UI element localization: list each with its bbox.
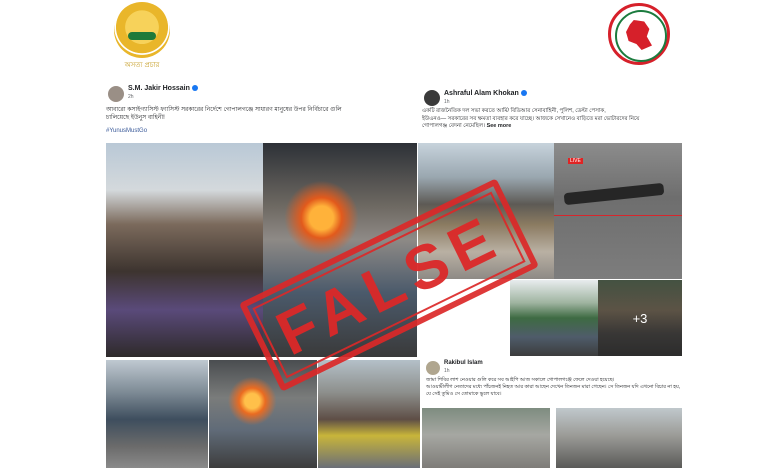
photo-injured-man-carried[interactable] — [106, 143, 263, 357]
post-author[interactable]: Ashraful Alam Khokan — [444, 90, 527, 97]
avatar[interactable] — [426, 361, 440, 375]
fact-check-logo: অসত্য প্রচার — [112, 2, 172, 69]
photo-crowd-more[interactable]: +3 — [598, 280, 682, 356]
fact-check-graphic: অসত্য প্রচার S.M. Jakir Hossain 2h আবারো… — [0, 0, 768, 469]
gold-emblem-icon — [114, 2, 170, 58]
post-text-line: আবারো কসাইগ্যাসিস্ট ফ্যাসিস্ট সরকারের নি… — [106, 107, 342, 113]
bangladesh-map-icon — [626, 20, 652, 50]
avatar[interactable] — [424, 90, 440, 106]
more-photos-count[interactable]: +3 — [598, 280, 682, 356]
live-badge: LIVE — [568, 158, 583, 164]
facebook-post-right: Ashraful Alam Khokan 1h একটি রাজনৈতিক দল… — [418, 86, 684, 142]
post-text-line: চালিয়েছে ইউনুস বাহিনী! — [106, 115, 165, 121]
facebook-post-bottom: Rakibul Islam 1h জামা শিবির লাশ নেওয়ার … — [422, 357, 682, 409]
post-text-line: গোপালগঞ্জ বেদনা নেমেছিল। — [422, 123, 486, 129]
post-author[interactable]: S.M. Jakir Hossain — [128, 85, 198, 92]
author-name[interactable]: Ashraful Alam Khokan — [444, 90, 519, 97]
photo-wounded-carried[interactable] — [318, 360, 420, 468]
post-text: জামা শিবির লাশ নেওয়ার গুলি করে সব আইপি … — [426, 377, 682, 398]
author-name[interactable]: S.M. Jakir Hossain — [128, 85, 190, 92]
post-text-line: জামা শিবির লাশ নেওয়ার গুলি করে সব আইপি … — [426, 377, 615, 383]
photo-riverside[interactable] — [422, 408, 550, 468]
facebook-post-left: S.M. Jakir Hossain 2h আবারো কসাইগ্যাসিস্… — [100, 80, 418, 142]
photo-live-video-still[interactable]: LIVE — [554, 143, 682, 279]
red-line — [554, 215, 682, 216]
post-text-line: যে সেই তুমিও সে তোমাকে ভুলে যাবে। — [426, 391, 502, 397]
logo-caption: অসত্য প্রচার — [124, 62, 160, 69]
post-text-line: আওয়ামীলীগ নেতাদের মধ্যে পাঁচজনই নিহত আর… — [426, 384, 681, 390]
post-time[interactable]: 2h — [128, 94, 134, 100]
hashtag-link[interactable]: #YunusMustGo — [106, 128, 147, 134]
avatar[interactable] — [108, 86, 124, 102]
verified-badge-icon — [191, 85, 198, 92]
see-more-link[interactable]: See more — [487, 123, 512, 129]
government-seal-logo — [608, 3, 670, 65]
post-text-line: ইউএনও— সরকারের সব ক্ষমতা ব্যবহার করে যাচ… — [422, 115, 640, 122]
photo-figure — [563, 182, 665, 206]
photo-police-line[interactable] — [106, 360, 208, 468]
verified-badge-icon — [520, 90, 527, 97]
post-time[interactable]: 1h — [444, 368, 450, 374]
photo-street-people[interactable] — [556, 408, 682, 468]
post-text: একটি রাজনৈতিক দল সভা করতে আর্মি/ বিডিআর … — [422, 108, 684, 131]
post-text: আবারো কসাইগ্যাসিস্ট ফ্যাসিস্ট সরকারের নি… — [106, 106, 416, 122]
photo-rally[interactable] — [510, 280, 598, 356]
post-time[interactable]: 1h — [444, 99, 450, 105]
post-text-line: একটি রাজনৈতিক দল সভা করতে আর্মি/ বিডিআর … — [422, 108, 606, 114]
post-author[interactable]: Rakibul Islam — [444, 360, 483, 366]
